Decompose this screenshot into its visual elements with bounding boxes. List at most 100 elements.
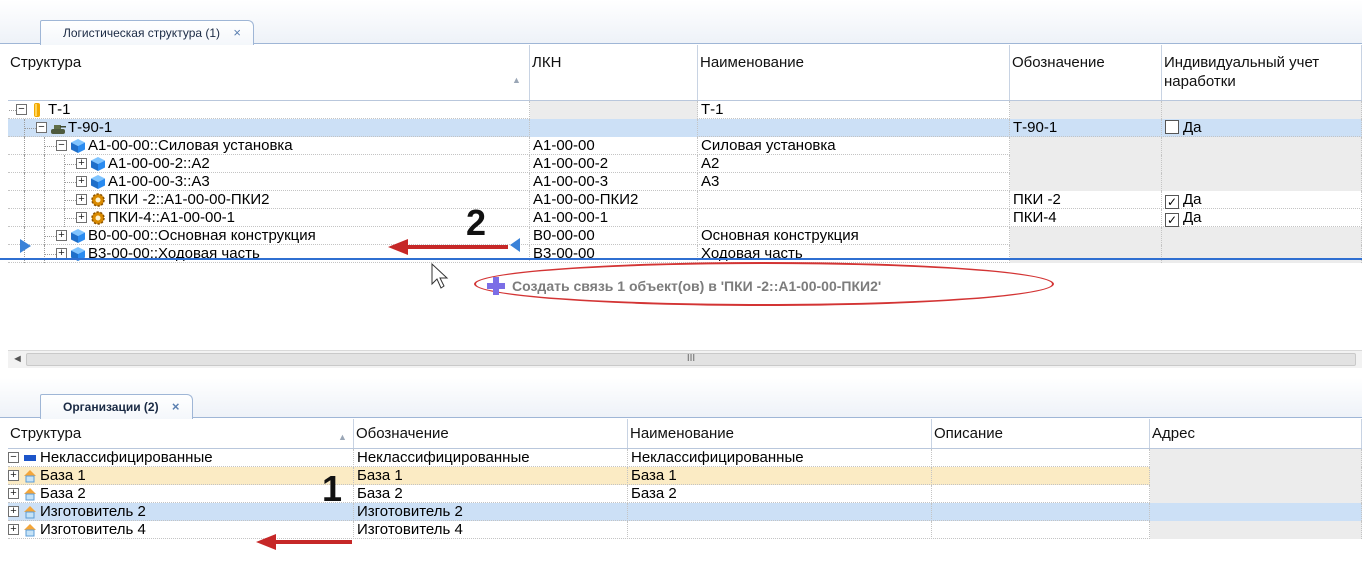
column-header-description[interactable]: Описание [932, 419, 1150, 448]
expand-icon[interactable]: + [8, 470, 19, 481]
cell-designation[interactable]: Неклассифицированные [354, 449, 628, 467]
tree-node-label[interactable]: Т-90-1 [68, 119, 112, 136]
cell-lkn[interactable]: В0-00-00 [530, 227, 698, 245]
cell-lkn[interactable]: А1-00-00-ПКИ2 [530, 191, 698, 209]
cell-individual[interactable]: ✓ Да [1162, 191, 1362, 209]
cell-address[interactable] [1150, 521, 1362, 539]
expand-icon[interactable]: + [76, 212, 87, 223]
scrollbar-thumb[interactable]: III [26, 353, 1356, 366]
cell-name[interactable]: А2 [698, 155, 1010, 173]
cell-lkn[interactable] [530, 119, 698, 137]
cell-name[interactable]: А3 [698, 173, 1010, 191]
column-header-lkn[interactable]: ЛКН [530, 45, 698, 100]
checkbox[interactable]: ✓ [1165, 195, 1179, 209]
cell-designation[interactable]: База 1 [354, 467, 628, 485]
cell-lkn[interactable]: А1-00-00-2 [530, 155, 698, 173]
cell-designation[interactable]: База 2 [354, 485, 628, 503]
tree-cell[interactable]: + А1-00-00-2::А2 [8, 155, 530, 173]
cell-address[interactable] [1150, 503, 1362, 521]
cell-name[interactable]: База 2 [628, 485, 932, 503]
tree-cell[interactable]: − Неклассифицированные [8, 449, 354, 467]
tree-node-label[interactable]: ПКИ-4::А1-00-00-1 [108, 209, 235, 226]
collapse-icon[interactable]: − [16, 104, 27, 115]
tree-node-label[interactable]: Неклассифицированные [40, 449, 213, 466]
column-header-name[interactable]: Наименование [698, 45, 1010, 100]
scroll-left-icon[interactable]: ◄ [12, 353, 23, 365]
expand-icon[interactable]: + [8, 506, 19, 517]
collapse-icon[interactable]: − [8, 452, 19, 463]
column-header-address[interactable]: Адрес [1150, 419, 1362, 448]
tree-node-label[interactable]: В0-00-00::Основная конструкция [88, 227, 316, 244]
column-header-structure[interactable]: Структура ▲ [8, 45, 530, 100]
cell-designation[interactable] [1010, 173, 1162, 191]
tree-cell[interactable]: + Изготовитель 2 [8, 503, 354, 521]
tree-cell[interactable]: + ПКИ -2::А1-00-00-ПКИ2 [8, 191, 530, 209]
cell-designation[interactable]: Изготовитель 4 [354, 521, 628, 539]
cell-description[interactable] [932, 467, 1150, 485]
table-row[interactable]: − Неклассифицированные Неклассифицированны… [8, 449, 1362, 467]
tree-cell[interactable]: + А1-00-00-3::А3 [8, 173, 530, 191]
expand-icon[interactable]: + [76, 176, 87, 187]
tree-cell[interactable]: + База 2 [8, 485, 354, 503]
cell-designation[interactable] [1010, 101, 1162, 119]
table-row[interactable]: + База 2 База 2 База 2 [8, 485, 1362, 503]
table-row[interactable]: − Т-90-1 Т-90-1 Да [8, 119, 1362, 137]
tree-node-label[interactable]: ПКИ -2::А1-00-00-ПКИ2 [108, 191, 269, 208]
cell-designation[interactable]: ПКИ -2 [1010, 191, 1162, 209]
cell-address[interactable] [1150, 467, 1362, 485]
cell-name[interactable]: Ходовая часть [698, 245, 1010, 263]
column-header-structure[interactable]: Структура ▲ [8, 419, 354, 448]
cell-individual[interactable] [1162, 227, 1362, 245]
cell-name[interactable] [698, 191, 1010, 209]
cell-name[interactable] [628, 503, 932, 521]
collapse-icon[interactable]: − [36, 122, 47, 133]
cell-individual[interactable] [1162, 173, 1362, 191]
cell-description[interactable] [932, 521, 1150, 539]
column-header-designation[interactable]: Обозначение [354, 419, 628, 448]
close-icon[interactable]: × [172, 399, 180, 414]
cell-designation[interactable]: ПКИ-4 [1010, 209, 1162, 227]
tree-cell[interactable]: − Т-90-1 [8, 119, 530, 137]
cell-name[interactable]: Основная конструкция [698, 227, 1010, 245]
cell-lkn[interactable] [530, 101, 698, 119]
cell-name[interactable]: Неклассифицированные [628, 449, 932, 467]
tree-node-label[interactable]: Изготовитель 4 [40, 521, 146, 538]
cell-name[interactable]: База 1 [628, 467, 932, 485]
table-row[interactable]: + Изготовитель 4 Изготовитель 4 [8, 521, 1362, 539]
table-row[interactable]: + База 1 База 1 База 1 [8, 467, 1362, 485]
cell-designation[interactable]: Изготовитель 2 [354, 503, 628, 521]
tree-node-label[interactable]: А1-00-00-3::А3 [108, 173, 210, 190]
expand-icon[interactable]: + [8, 488, 19, 499]
cell-individual[interactable] [1162, 155, 1362, 173]
cell-description[interactable] [932, 485, 1150, 503]
expand-icon[interactable]: + [76, 158, 87, 169]
tree-node-label[interactable]: Т-1 [48, 101, 71, 118]
expand-icon[interactable]: + [8, 524, 19, 535]
cell-lkn[interactable]: В3-00-00 [530, 245, 698, 263]
table-row[interactable]: + А1-00-00-3::А3 А1-00-00-3 А3 [8, 173, 1362, 191]
cell-lkn[interactable]: А1-00-00 [530, 137, 698, 155]
cell-address[interactable] [1150, 449, 1362, 467]
cell-name[interactable] [698, 119, 1010, 137]
cell-individual[interactable]: ✓ Да [1162, 209, 1362, 227]
cell-name[interactable]: Силовая установка [698, 137, 1010, 155]
tree-cell[interactable]: + ПКИ-4::А1-00-00-1 [8, 209, 530, 227]
table-row[interactable]: + В3-00-00::Ходовая часть В3-00-00 Ходовая … [8, 245, 1362, 263]
tree-node-label[interactable]: А1-00-00-2::А2 [108, 155, 210, 172]
expand-icon[interactable]: + [76, 194, 87, 205]
cell-name[interactable] [628, 521, 932, 539]
column-header-individual[interactable]: Индивидуальный учет наработки [1162, 45, 1362, 100]
cell-designation[interactable] [1010, 245, 1162, 263]
cell-individual[interactable] [1162, 101, 1362, 119]
column-header-name[interactable]: Наименование [628, 419, 932, 448]
cell-address[interactable] [1150, 485, 1362, 503]
cell-individual[interactable]: Да [1162, 119, 1362, 137]
table-row[interactable]: − Т-1 Т-1 [8, 101, 1362, 119]
table-row[interactable]: + ПКИ-4::А1-00-00-1 А1-00-00-1 ПКИ-4 ✓ Да [8, 209, 1362, 227]
cell-individual[interactable] [1162, 137, 1362, 155]
checkbox[interactable] [1165, 120, 1179, 134]
tree-node-label[interactable]: А1-00-00::Силовая установка [88, 137, 293, 154]
cell-description[interactable] [932, 449, 1150, 467]
cell-name[interactable]: Т-1 [698, 101, 1010, 119]
tree-cell[interactable]: + База 1 [8, 467, 354, 485]
